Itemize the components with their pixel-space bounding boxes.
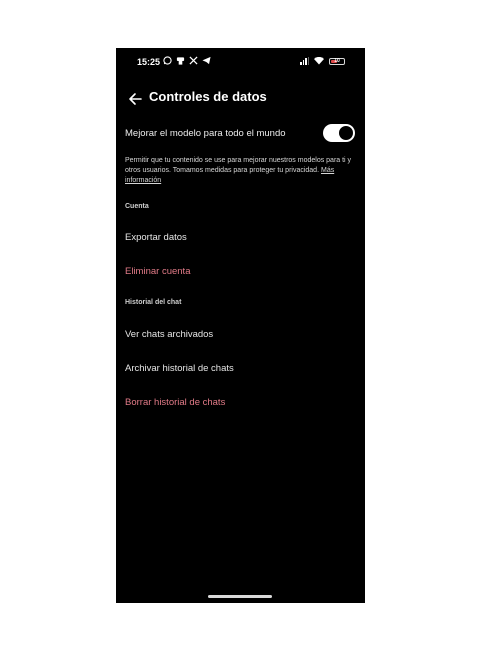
description-text: Permitir que tu contenido se use para me… bbox=[125, 157, 352, 174]
improve-model-label: Mejorar el modelo para todo el mundo bbox=[125, 128, 286, 139]
signal-icon bbox=[300, 57, 309, 65]
archive-chat-history-button[interactable]: Archivar historial de chats bbox=[125, 358, 355, 380]
battery-level: 10 bbox=[334, 57, 340, 64]
phone-screen: 15:25 10 Controles de datos Mejorar el m… bbox=[116, 48, 365, 603]
view-archived-chats-button[interactable]: Ver chats archivados bbox=[125, 324, 355, 346]
whatsapp-icon bbox=[163, 56, 172, 66]
battery-icon: 10 bbox=[329, 57, 345, 65]
x-icon bbox=[189, 56, 198, 66]
toggle-knob bbox=[339, 126, 353, 140]
section-header-chat-history: Historial del chat bbox=[125, 299, 182, 306]
telegram-icon bbox=[202, 56, 211, 66]
header: Controles de datos bbox=[116, 86, 365, 116]
notification-icon bbox=[176, 56, 185, 66]
improve-model-toggle[interactable] bbox=[323, 124, 355, 142]
improve-model-description: Permitir que tu contenido se use para me… bbox=[125, 156, 357, 186]
export-data-button[interactable]: Exportar datos bbox=[125, 227, 355, 249]
section-header-account: Cuenta bbox=[125, 203, 149, 210]
system-icons: 10 bbox=[300, 57, 345, 65]
back-button[interactable] bbox=[124, 88, 146, 110]
home-indicator[interactable] bbox=[208, 595, 272, 598]
page-title: Controles de datos bbox=[149, 89, 267, 104]
clear-chat-history-button[interactable]: Borrar historial de chats bbox=[125, 392, 355, 414]
improve-model-row: Mejorar el modelo para todo el mundo bbox=[125, 122, 355, 146]
notification-icons bbox=[163, 56, 211, 66]
arrow-left-icon bbox=[129, 93, 142, 105]
wifi-icon bbox=[314, 57, 324, 65]
status-time: 15:25 bbox=[137, 57, 161, 67]
delete-account-button[interactable]: Eliminar cuenta bbox=[125, 261, 355, 283]
status-bar: 15:25 10 bbox=[116, 48, 365, 76]
